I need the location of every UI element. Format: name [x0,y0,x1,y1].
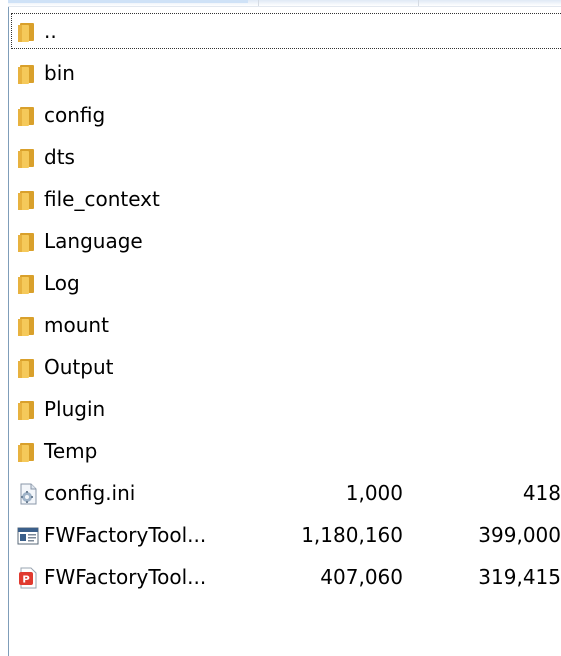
column-header-strip[interactable] [8,0,561,7]
file-name: Plugin [44,397,106,421]
svg-text:P: P [22,575,29,586]
folder-icon [17,273,39,295]
column-divider[interactable] [258,0,259,6]
file-name: config [44,103,106,127]
list-item-folder[interactable]: dts [9,136,561,178]
list-item-file[interactable]: P FWFactoryTool... 407,060 319,415 [9,556,561,598]
packed-size: 418 [522,481,561,505]
focus-rectangle [11,13,561,49]
folder-icon [17,63,39,85]
list-item-folder[interactable]: mount [9,304,561,346]
file-list: .. bin config dts file_context Language … [9,10,561,598]
file-name: bin [44,61,75,85]
file-size: 407,060 [320,565,403,589]
folder-icon [17,399,39,421]
folder-icon [17,441,39,463]
packed-size: 399,000 [478,523,561,547]
list-item-folder[interactable]: config [9,94,561,136]
column-divider[interactable] [418,0,419,6]
file-name: config.ini [44,481,136,505]
file-name: Language [44,229,143,253]
file-list-pane: .. bin config dts file_context Language … [0,0,561,656]
list-item-folder[interactable]: bin [9,52,561,94]
file-name: dts [44,145,75,169]
pdf-file-icon: P [17,567,39,589]
file-size: 1,000 [345,481,403,505]
file-name: FWFactoryTool... [44,523,207,547]
list-item-folder[interactable]: file_context [9,178,561,220]
folder-icon [17,231,39,253]
list-item-folder[interactable]: Log [9,262,561,304]
file-size: 1,180,160 [301,523,403,547]
file-name: mount [44,313,109,337]
application-window-icon [17,525,39,547]
folder-icon [17,189,39,211]
list-item-parent-folder[interactable]: .. [9,10,561,52]
file-name: .. [44,19,57,43]
list-item-file[interactable]: config.ini 1,000 418 [9,472,561,514]
list-item-folder[interactable]: Language [9,220,561,262]
packed-size: 319,415 [478,565,561,589]
list-item-folder[interactable]: Plugin [9,388,561,430]
file-name: Output [44,355,114,379]
folder-icon [17,105,39,127]
file-name: file_context [44,187,160,211]
folder-icon [17,21,39,43]
settings-file-icon [17,483,39,505]
folder-icon [17,147,39,169]
file-name: Log [44,271,80,295]
list-item-folder[interactable]: Output [9,346,561,388]
list-item-file[interactable]: FWFactoryTool... 1,180,160 399,000 [9,514,561,556]
folder-icon [17,357,39,379]
name-column-header[interactable] [8,0,248,3]
file-name: FWFactoryTool... [44,565,207,589]
file-name: Temp [44,439,98,463]
folder-icon [17,315,39,337]
list-item-folder[interactable]: Temp [9,430,561,472]
